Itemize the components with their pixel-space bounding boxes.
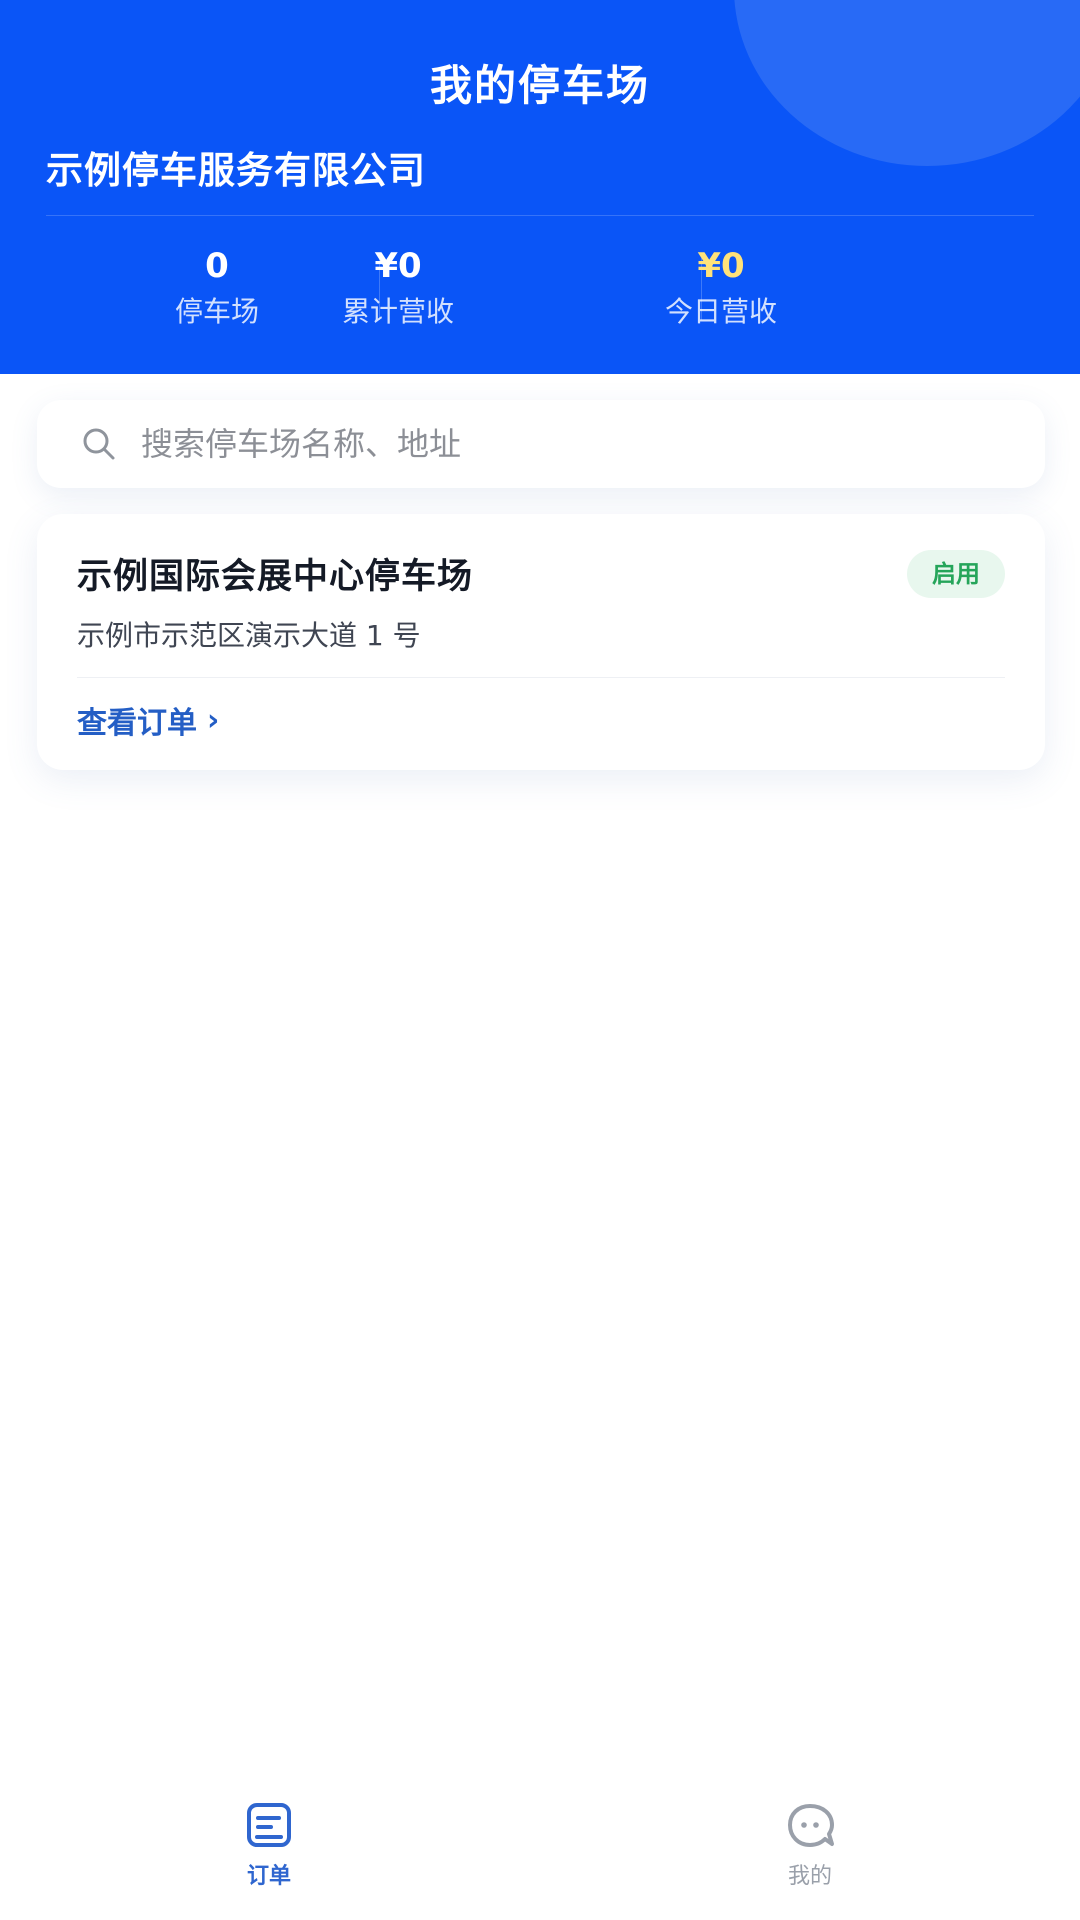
stat-today-revenue: ¥0 今日营收	[541, 244, 901, 334]
company-name: 示例停车服务有限公司	[46, 149, 426, 192]
stat-label: 累计营收	[341, 295, 454, 328]
parking-lot-name: 示例国际会展中心停车场	[77, 557, 474, 597]
parking-lot-card[interactable]: 示例国际会展中心停车场 启用 示例市示范区演示大道 1 号 查看订单 ›	[37, 514, 1045, 770]
header: 我的停车场 示例停车服务有限公司 0 停车场 ¥0 累计营收 ¥0 今日营收	[0, 0, 1080, 374]
tab-label: 订单	[246, 1864, 291, 1889]
tab-orders[interactable]: 订单	[199, 1796, 339, 1906]
stat-total-revenue: ¥0 累计营收	[218, 244, 578, 334]
search-icon	[69, 414, 129, 474]
search-input[interactable]	[141, 414, 1001, 474]
stat-value: ¥0	[697, 246, 745, 286]
profile-icon	[788, 1804, 834, 1847]
tab-mine[interactable]: 我的	[740, 1796, 880, 1906]
app-screen: 我的停车场 示例停车服务有限公司 0 停车场 ¥0 累计营收 ¥0 今日营收 搜…	[0, 0, 1080, 1920]
chevron-right-icon: ›	[207, 702, 220, 738]
tab-label: 我的	[787, 1864, 832, 1889]
stat-value: ¥0	[374, 246, 422, 286]
status-badge: 启用	[907, 550, 1005, 598]
view-orders-label: 查看订单	[77, 706, 197, 741]
view-orders-link[interactable]: 查看订单 ›	[77, 698, 219, 742]
stats-row: 0 停车场 ¥0 累计营收 ¥0 今日营收	[0, 244, 1080, 334]
stat-label: 今日营收	[664, 295, 777, 328]
search-bar[interactable]	[37, 400, 1045, 488]
parking-lot-address: 示例市示范区演示大道 1 号	[77, 619, 421, 652]
page-title: 我的停车场	[429, 61, 650, 110]
header-divider	[46, 215, 1034, 216]
card-divider	[77, 677, 1005, 678]
orders-icon	[247, 1803, 291, 1847]
bottom-tab-bar: 订单 我的	[0, 1788, 1080, 1920]
